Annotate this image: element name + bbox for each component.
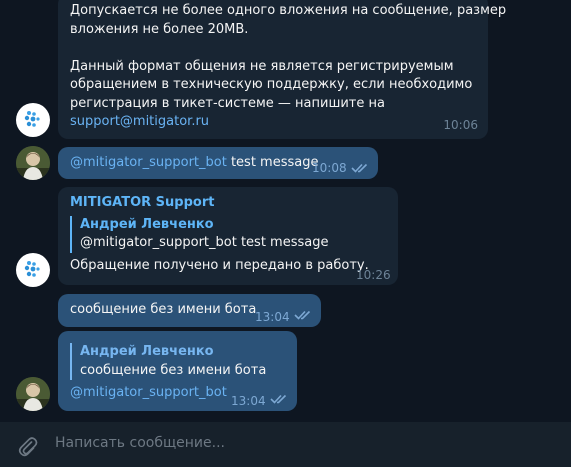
message-text-line: регистрация в тикет-системе — напишите н…	[70, 95, 385, 111]
message-text-line: Допускается не более одного вложения на …	[70, 3, 507, 18]
message-text-line: обращением в техническую поддержку, если…	[70, 77, 473, 92]
message-time: 10:06	[443, 117, 478, 132]
message-text-line: Данный формат общения не является регист…	[70, 58, 454, 74]
user-photo-avatar[interactable]	[16, 146, 50, 180]
reply-text: @mitigator_support_bot test message	[80, 235, 329, 250]
incoming-message[interactable]: MITIGATOR Support Андрей Левченко @mitig…	[58, 187, 398, 285]
mitigator-logo-icon[interactable]	[16, 103, 50, 137]
message-composer	[0, 422, 571, 467]
paperclip-icon[interactable]	[16, 433, 38, 457]
reply-text: сообщение без имени бота	[80, 362, 267, 378]
reply-quote[interactable]: Андрей Левченко сообщение без имени бота	[70, 343, 285, 380]
message-text-line	[70, 39, 476, 58]
reply-quote[interactable]: Андрей Левченко @mitigator_support_bot t…	[70, 215, 386, 253]
message-input[interactable]	[55, 435, 535, 451]
chat-history[interactable]: Допускается не более одного вложения на …	[0, 0, 571, 422]
sender-name[interactable]: MITIGATOR Support	[70, 194, 386, 213]
message-time: 13:04	[255, 310, 290, 324]
outgoing-message[interactable]: @mitigator_support_bot test message 10:0…	[58, 147, 378, 179]
message-time: 13:04	[231, 394, 266, 408]
bot-mention-link[interactable]: @mitigator_support_bot	[70, 155, 227, 170]
message-time: 10:08	[312, 161, 347, 175]
double-check-icon	[270, 394, 287, 404]
user-photo-avatar[interactable]	[16, 377, 50, 411]
message-text-line: вложения не более 20MB.	[70, 21, 249, 37]
outgoing-message[interactable]: сообщение без имени бота 13:04	[58, 294, 321, 327]
message-text: Обращение получено и передано в работу.	[70, 257, 369, 273]
reply-author: Андрей Левченко	[80, 216, 214, 232]
double-check-icon	[294, 310, 311, 320]
reply-author: Андрей Левченко	[80, 344, 214, 359]
double-check-icon	[351, 163, 368, 173]
mitigator-logo-icon[interactable]	[16, 253, 50, 287]
outgoing-message[interactable]: Андрей Левченко сообщение без имени бота…	[58, 331, 297, 411]
email-link[interactable]: support@mitigator.ru	[70, 113, 476, 132]
message-time: 10:26	[356, 268, 391, 282]
incoming-message[interactable]: Допускается не более одного вложения на …	[58, 0, 507, 139]
message-text: test message	[226, 155, 319, 170]
